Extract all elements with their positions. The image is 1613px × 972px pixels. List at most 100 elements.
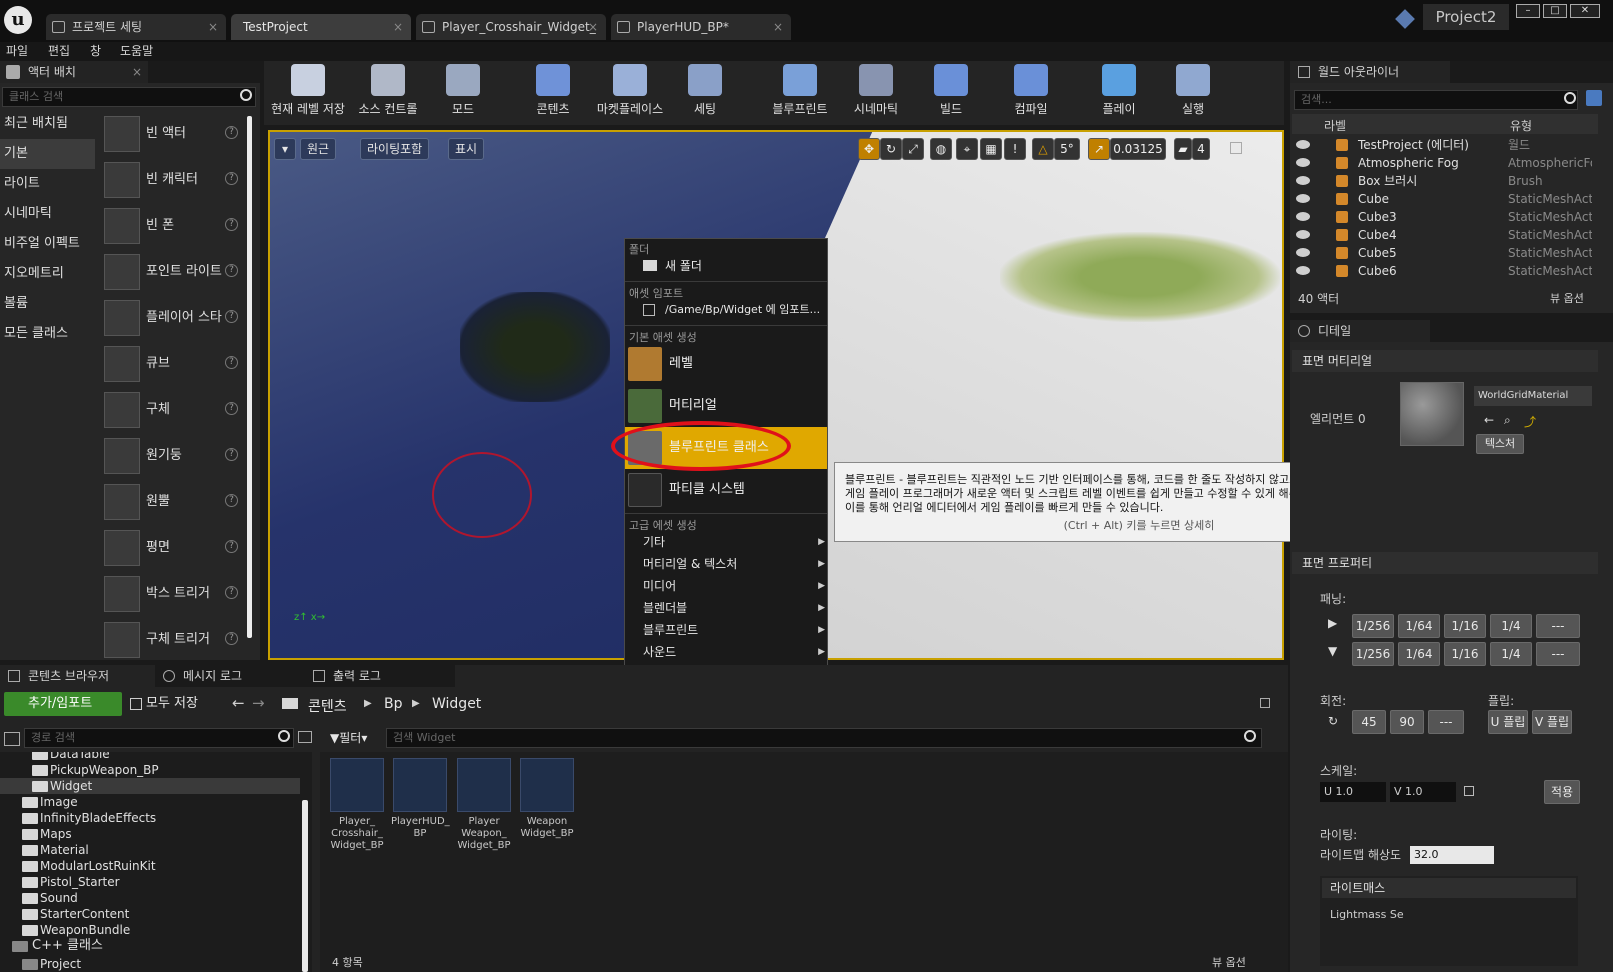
pan-value-button[interactable]: 1/256 [1352, 642, 1394, 666]
menu-window[interactable]: 창 [90, 42, 101, 61]
type-column[interactable]: 유형 [1510, 117, 1532, 134]
browse-icon[interactable]: ⤴ [1524, 413, 1536, 430]
back-icon[interactable]: ← [232, 694, 245, 712]
folder-tree-item[interactable]: Maps [0, 826, 300, 842]
outliner-row[interactable]: Cube4 StaticMeshAct [1290, 226, 1596, 244]
material-thumbnail[interactable] [1400, 382, 1464, 446]
tab-crosshair-widget[interactable]: Player_Crosshair_Widget_ × [416, 14, 606, 40]
lighting-mode-button[interactable]: 라이팅포함 [360, 138, 430, 160]
save-all-button[interactable]: 모두 저장 [128, 692, 218, 716]
actor-item[interactable]: 큐브? [100, 342, 244, 386]
lock-icon[interactable] [1464, 786, 1474, 796]
toolbar-button[interactable]: 콘텐츠 [518, 64, 588, 118]
pan-value-button[interactable]: 1/16 [1444, 614, 1486, 638]
create-level-item[interactable]: 레벨 [625, 343, 827, 385]
content-browser-tab[interactable]: 콘텐츠 브라우저 [0, 665, 150, 687]
scale-u-dropdown[interactable]: U 1.0 [1320, 782, 1386, 802]
surface-snap-icon[interactable]: ⌖ [956, 138, 978, 160]
scale-v-dropdown[interactable]: V 1.0 [1390, 782, 1456, 802]
lightmass-settings-item[interactable]: Lightmass Se [1330, 908, 1404, 921]
class-search-input[interactable]: 클래스 검색 [2, 87, 256, 107]
maximize-viewport-icon[interactable] [1230, 142, 1242, 154]
import-item[interactable]: /Game/Bp/Widget 에 임포트... [625, 299, 827, 321]
advanced-asset-item[interactable]: 사운드 ▶ [625, 641, 827, 663]
category-item[interactable]: 모든 클래스 [0, 319, 95, 349]
scale-snap-value[interactable]: 0.03125 [1110, 138, 1166, 160]
category-item[interactable]: 비주얼 이펙트 [0, 229, 95, 259]
help-icon[interactable]: ? [225, 494, 238, 507]
show-button[interactable]: 표시 [448, 138, 485, 160]
category-item[interactable]: 라이트 [0, 169, 95, 199]
folder-tree-item[interactable]: Sound [0, 890, 300, 906]
content-view-options[interactable]: 뷰 옵션 [1212, 954, 1246, 970]
rotation-snap-value[interactable]: 5° [1054, 138, 1080, 160]
folder-tree-item[interactable]: PickupWeapon_BP [0, 762, 300, 778]
breadcrumb-widget[interactable]: Widget [432, 696, 481, 712]
outliner-row[interactable]: Cube StaticMeshAct [1290, 190, 1596, 208]
material-dropdown[interactable]: WorldGridMaterial [1474, 386, 1592, 406]
pan-value-button[interactable]: 1/4 [1490, 614, 1532, 638]
outliner-view-options[interactable]: 뷰 옵션 [1550, 290, 1584, 306]
toolbar-button[interactable]: 시네마틱 [838, 64, 914, 118]
folder-tree-item[interactable]: Pistol_Starter [0, 874, 300, 890]
search-icon[interactable]: ⌕ [1504, 413, 1511, 428]
toolbar-button[interactable]: 블루프린트 [760, 64, 840, 118]
visibility-icon[interactable] [1296, 248, 1310, 257]
advanced-asset-item[interactable]: 블렌더블 ▶ [625, 597, 827, 619]
outliner-row[interactable]: Cube3 StaticMeshAct [1290, 208, 1596, 226]
create-material-item[interactable]: 머티리얼 [625, 385, 827, 427]
visibility-icon[interactable] [1296, 176, 1310, 185]
folder-tree-item[interactable]: InfinityBladeEffects [0, 810, 300, 826]
toolbar-button[interactable]: 마켓플레이스 [592, 64, 668, 118]
help-icon[interactable]: ? [225, 448, 238, 461]
rotate-more-dropdown[interactable]: --- [1428, 710, 1464, 734]
lock-icon[interactable] [1260, 698, 1270, 708]
surface-properties-section[interactable]: 표면 프로퍼티 [1292, 552, 1598, 574]
category-item[interactable]: 지오메트리 [0, 259, 95, 289]
camera-speed-icon[interactable]: ▰ [1174, 138, 1192, 160]
visibility-icon[interactable] [1296, 194, 1310, 203]
category-item[interactable]: 최근 배치됨 [0, 109, 95, 139]
output-log-tab[interactable]: 출력 로그 [305, 665, 455, 687]
advanced-asset-item[interactable]: 블루프린트 ▶ [625, 619, 827, 641]
world-local-icon[interactable]: ◍ [930, 138, 952, 160]
folder-tree-item[interactable]: Image [0, 794, 300, 810]
actor-item[interactable]: 포인트 라이트? [100, 250, 244, 294]
asset-tile[interactable]: PlayerHUD_ BP [391, 758, 450, 858]
breadcrumb-content[interactable]: 콘텐츠 [308, 696, 347, 716]
visibility-icon[interactable] [1296, 230, 1310, 239]
actor-item[interactable]: 원기둥? [100, 434, 244, 478]
path-search-input[interactable]: 경로 검색 [24, 728, 294, 748]
outliner-row[interactable]: TestProject (에디터) 월드 [1290, 136, 1596, 154]
toolbar-button[interactable]: 빌드 [916, 64, 986, 118]
close-icon[interactable]: × [208, 14, 218, 40]
rotate-icon[interactable]: ↻ [880, 138, 902, 160]
outliner-row[interactable]: Box 브러시 Brush [1290, 172, 1596, 190]
world-outliner-tab[interactable]: 월드 아웃라이너 [1290, 61, 1450, 83]
folder-tree-item[interactable]: ModularLostRuinKit [0, 858, 300, 874]
grid-snap-icon[interactable]: ▦ [980, 138, 1002, 160]
scrollbar[interactable] [247, 116, 252, 638]
actor-item[interactable]: 빈 액터? [100, 112, 244, 156]
folder-tree-item[interactable]: DataTable [0, 752, 300, 762]
outliner-row[interactable]: Atmospheric Fog AtmosphericFo [1290, 154, 1596, 172]
place-actors-tab[interactable]: 액터 배치 × [0, 61, 148, 83]
pan-value-button[interactable]: 1/16 [1444, 642, 1486, 666]
actor-item[interactable]: 빈 캐릭터? [100, 158, 244, 202]
scale-snap-icon[interactable]: ↗ [1088, 138, 1110, 160]
advanced-asset-item[interactable]: 미디어 ▶ [625, 575, 827, 597]
arrow-left-icon[interactable]: ← [1484, 413, 1494, 427]
actor-item[interactable]: 박스 트리거? [100, 572, 244, 616]
pan-value-button[interactable]: 1/256 [1352, 614, 1394, 638]
tab-project-settings[interactable]: 프로젝트 세팅 × [46, 14, 226, 40]
flip-u-button[interactable]: U 플립 [1488, 710, 1528, 734]
pan-value-button[interactable]: 1/4 [1490, 642, 1532, 666]
menu-file[interactable]: 파일 [6, 42, 28, 61]
visibility-icon[interactable] [1296, 158, 1310, 167]
close-icon[interactable]: × [588, 14, 598, 40]
advanced-asset-item[interactable]: 머티리얼 & 텍스처 ▶ [625, 553, 827, 575]
help-icon[interactable]: ? [225, 632, 238, 645]
folder-tree-item[interactable]: StarterContent [0, 906, 300, 922]
scale-icon[interactable]: ⤢ [902, 138, 924, 160]
breadcrumb-bp[interactable]: Bp [384, 696, 403, 712]
